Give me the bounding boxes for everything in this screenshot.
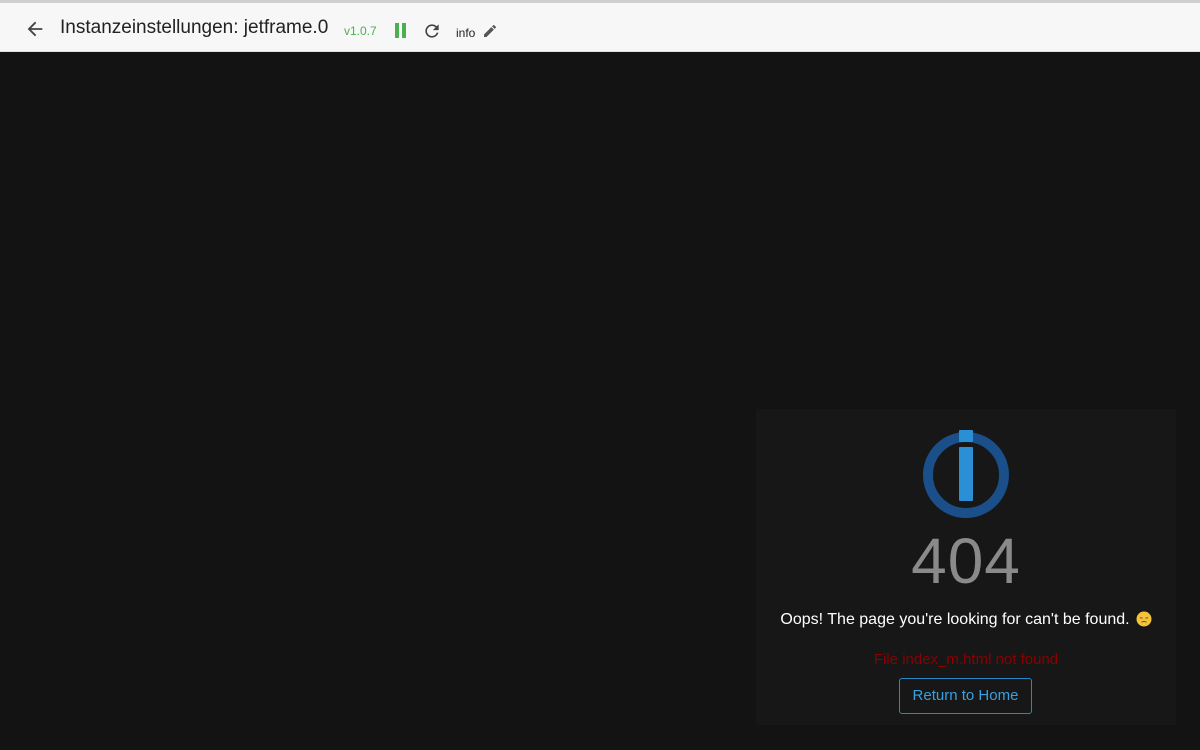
error-code: 404: [911, 525, 1021, 597]
reload-instance-button[interactable]: [422, 21, 442, 41]
arrow-left-icon: [27, 21, 43, 37]
version-label: v1.0.7: [344, 24, 377, 38]
pause-instance-button[interactable]: [393, 23, 407, 39]
reload-icon: [425, 24, 439, 38]
error-detail: File index_m.html not found: [873, 651, 1059, 668]
pencil-icon: [484, 24, 497, 37]
back-button[interactable]: [24, 18, 46, 40]
pause-icon: [395, 23, 399, 38]
pause-icon-bar: [402, 23, 406, 38]
instance-info-label[interactable]: info: [456, 25, 475, 41]
error-message-text: Oops! The page you're looking for can't …: [780, 611, 1130, 628]
edit-info-button[interactable]: [482, 23, 498, 39]
pensive-face-emoji: [1136, 611, 1152, 633]
error-message: Oops! The page you're looking for can't …: [756, 610, 1176, 633]
return-home-button[interactable]: Return to Home: [899, 678, 1032, 714]
page-title: Instanzeinstellungen: jetframe.0: [60, 17, 329, 38]
instance-toolbar: Instanzeinstellungen: jetframe.0 v1.0.7 …: [0, 3, 1200, 52]
iobroker-logo-icon: [921, 428, 1011, 520]
